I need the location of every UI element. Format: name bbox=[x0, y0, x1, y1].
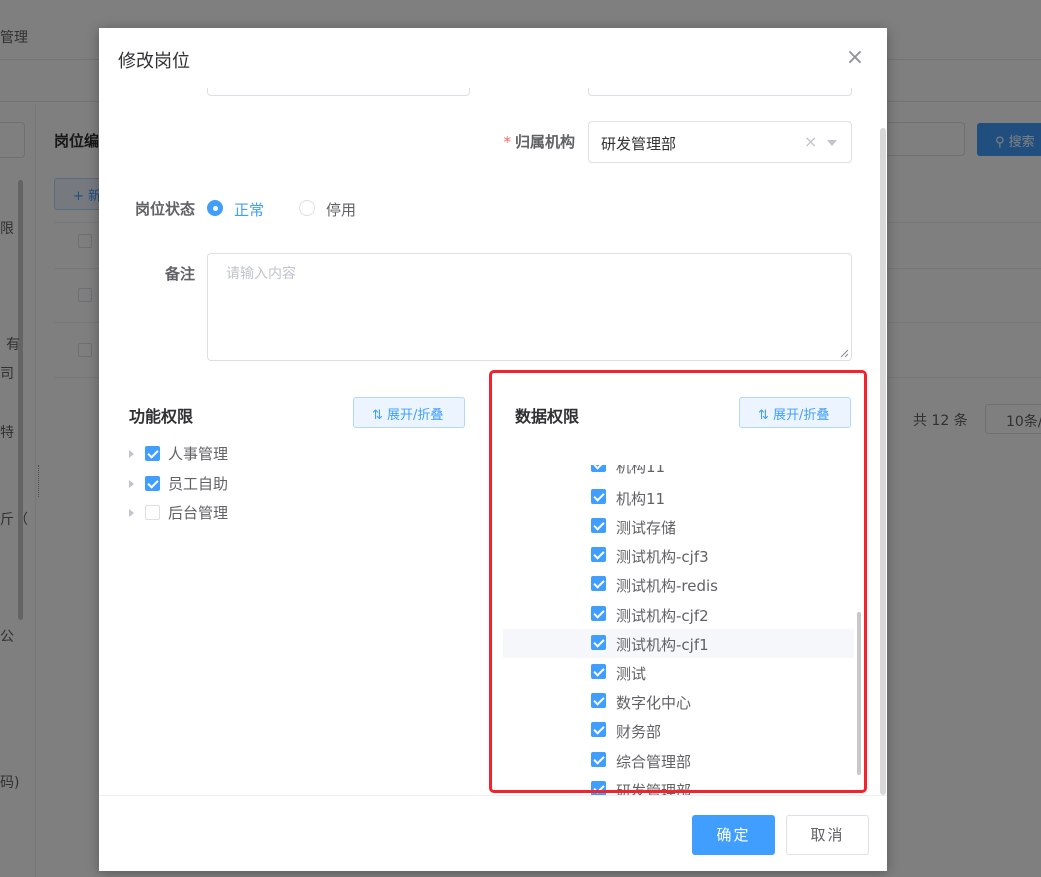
cancel-button[interactable]: 取消 bbox=[786, 815, 869, 855]
dialog-footer: 确定 取消 bbox=[99, 795, 887, 871]
highlight-box bbox=[489, 370, 867, 793]
position-code-input[interactable] bbox=[588, 88, 852, 96]
radio-unchecked-icon[interactable] bbox=[299, 200, 315, 216]
tree-node-self-service[interactable]: 员工自助 bbox=[129, 474, 329, 496]
org-select[interactable]: 研发管理部 × bbox=[588, 121, 852, 163]
remark-label: 备注 bbox=[164, 265, 195, 283]
clear-icon[interactable]: × bbox=[804, 132, 817, 151]
remark-textarea[interactable]: 请输入内容 bbox=[207, 253, 852, 361]
tree-node-label: 人事管理 bbox=[168, 445, 229, 463]
radio-checked-icon[interactable] bbox=[207, 200, 223, 216]
expand-collapse-icon: ⇅ bbox=[372, 408, 383, 423]
tree-node-hr[interactable]: 人事管理 bbox=[129, 444, 329, 466]
remark-placeholder: 请输入内容 bbox=[226, 266, 296, 282]
tree-node-label: 员工自助 bbox=[168, 475, 229, 493]
org-label: * 归属机构 bbox=[503, 133, 575, 151]
close-icon[interactable]: × bbox=[845, 47, 865, 69]
radio-label: 正常 bbox=[234, 201, 265, 219]
confirm-button[interactable]: 确定 bbox=[692, 815, 775, 855]
checkbox-checked-icon[interactable] bbox=[145, 446, 160, 461]
checkbox-unchecked-icon[interactable] bbox=[145, 505, 160, 520]
dialog-scrollbar[interactable] bbox=[880, 128, 886, 795]
chevron-down-icon[interactable] bbox=[827, 140, 837, 146]
toggle-label: 展开/折叠 bbox=[387, 408, 444, 423]
position-name-input[interactable] bbox=[207, 88, 470, 96]
caret-right-icon[interactable] bbox=[129, 450, 134, 458]
func-perm-title: 功能权限 bbox=[129, 407, 194, 426]
func-perm-toggle-button[interactable]: ⇅ 展开/折叠 bbox=[353, 397, 465, 428]
org-select-value: 研发管理部 bbox=[601, 135, 677, 153]
checkbox-checked-icon[interactable] bbox=[145, 476, 160, 491]
status-label: 岗位状态 bbox=[134, 200, 195, 218]
dialog-title: 修改岗位 bbox=[118, 51, 190, 72]
caret-right-icon[interactable] bbox=[129, 480, 134, 488]
tree-node-admin[interactable]: 后台管理 bbox=[129, 503, 329, 525]
resize-grip-icon[interactable] bbox=[839, 348, 849, 358]
tree-node-label: 后台管理 bbox=[168, 504, 229, 522]
dialog-header: 修改岗位 × bbox=[99, 28, 887, 88]
caret-right-icon[interactable] bbox=[129, 509, 134, 517]
radio-label: 停用 bbox=[326, 201, 357, 219]
